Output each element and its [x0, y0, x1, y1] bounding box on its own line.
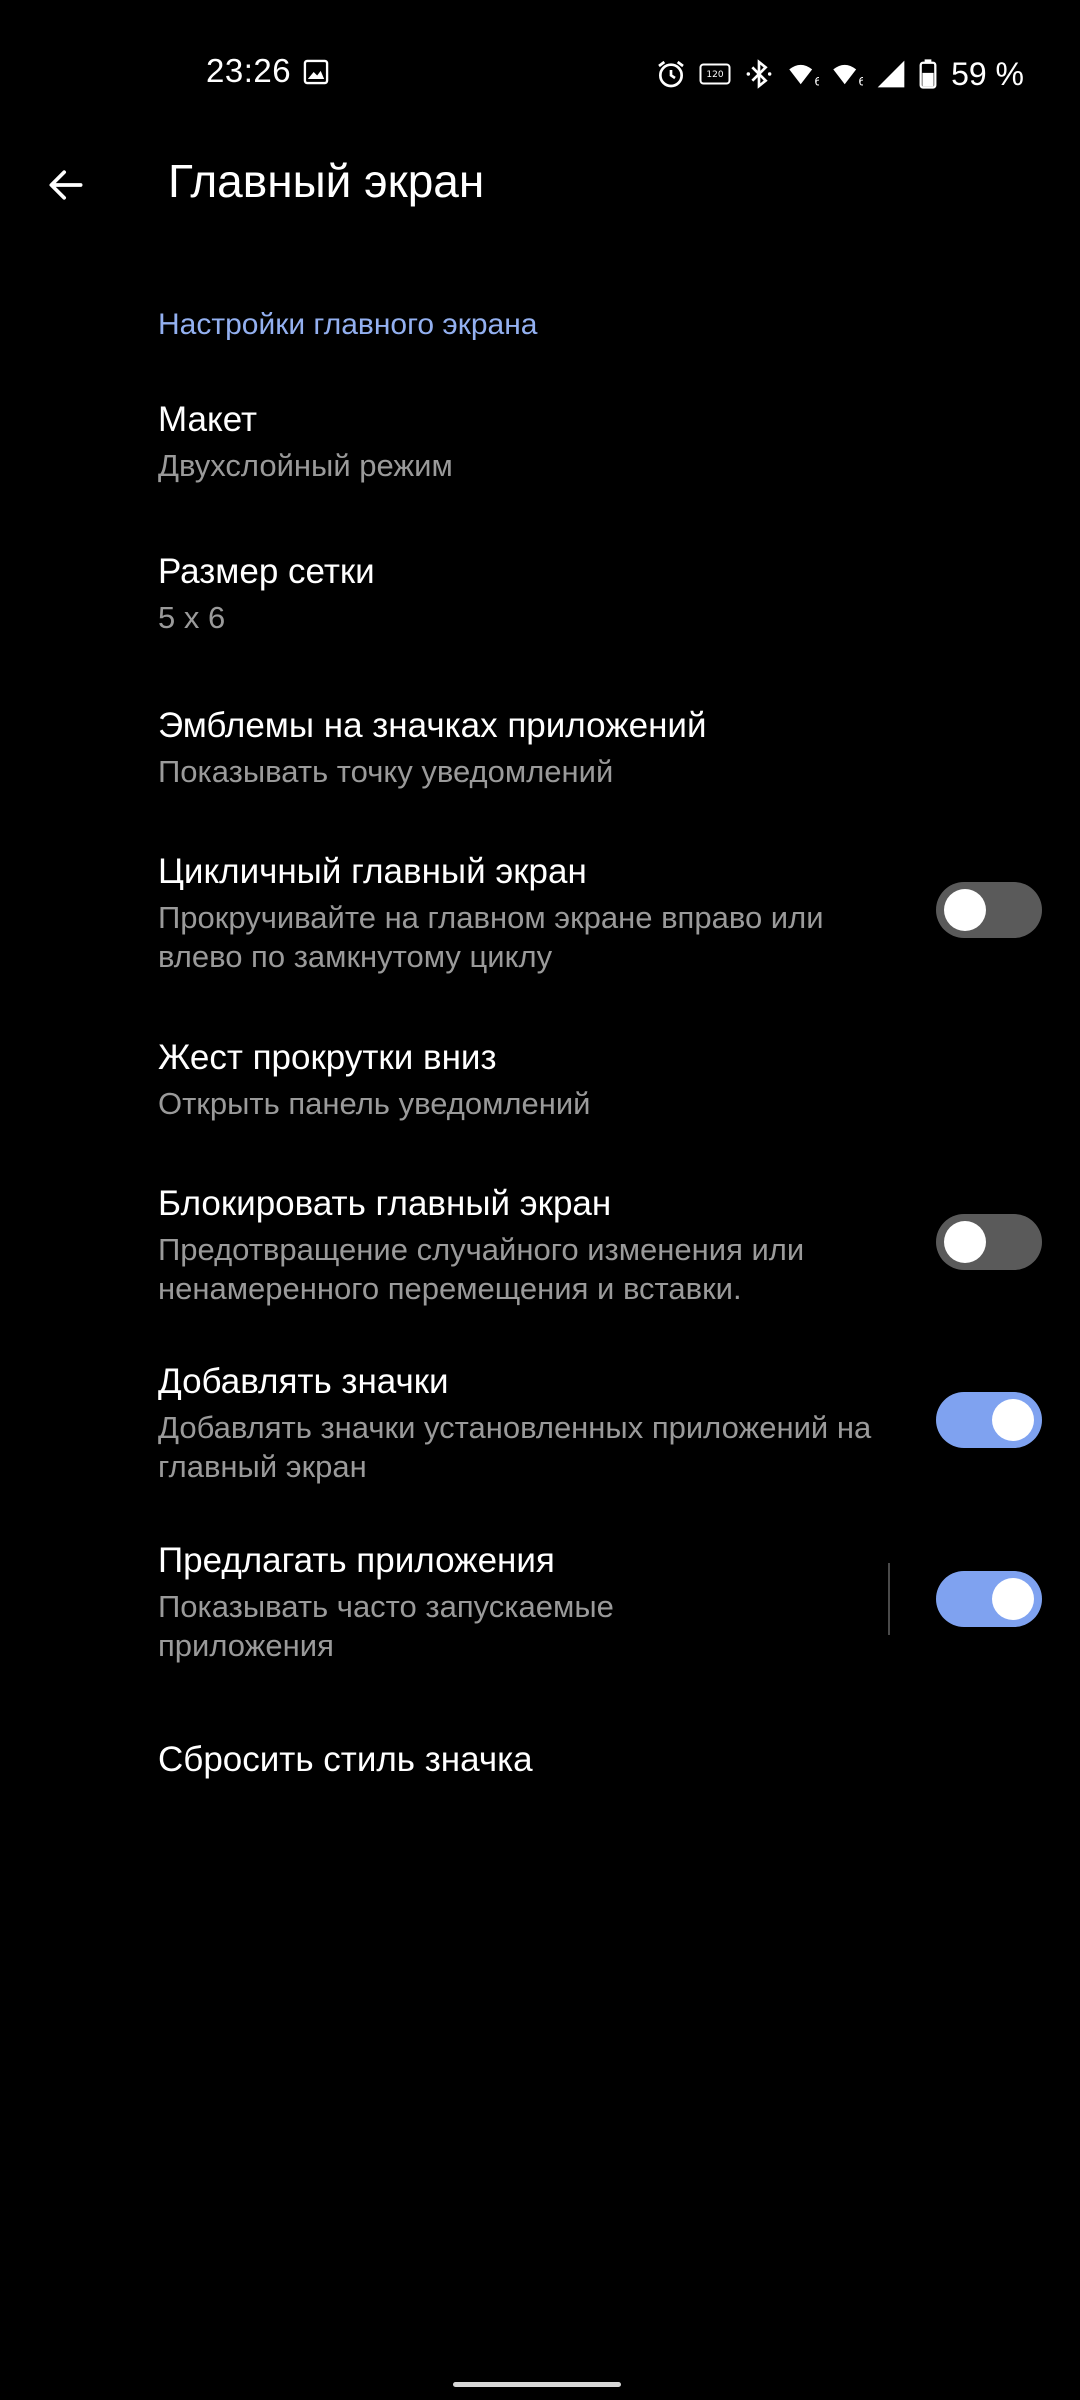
add-icons-switch[interactable]: [936, 1392, 1042, 1448]
pref-suggest-apps[interactable]: Предлагать приложения Показывать часто з…: [0, 1521, 1080, 1681]
pref-summary: Показывать часто запускаемые приложения: [158, 1589, 614, 1663]
status-bar: 23:26 120 6 6: [0, 0, 1080, 150]
pref-add-icons[interactable]: Добавлять значки Добавлять значки устано…: [0, 1342, 1080, 1502]
svg-text:6: 6: [858, 74, 863, 88]
section-header: Настройки главного экрана: [158, 308, 538, 341]
cell-signal-icon: [877, 60, 905, 88]
pref-summary: Показывать точку уведомлений: [158, 754, 614, 789]
pref-summary: Открыть панель уведомлений: [158, 1086, 591, 1121]
pref-infinite-scroll[interactable]: Цикличный главный экран Прокручивайте на…: [0, 832, 1080, 992]
pref-summary: Предотвращение случайного изменения или …: [158, 1232, 805, 1306]
pref-title: Размер сетки: [158, 552, 375, 591]
wifi-6-icon: 6: [833, 64, 863, 88]
svg-text:120: 120: [706, 70, 723, 80]
pref-summary: Прокручивайте на главном экране вправо и…: [158, 900, 824, 974]
image-icon: [303, 59, 329, 85]
svg-text:6: 6: [814, 74, 819, 88]
pref-layout[interactable]: Макет Двухслойный режим: [0, 380, 1080, 500]
pref-title: Блокировать главный экран: [158, 1184, 612, 1223]
pref-title: Цикличный главный экран: [158, 852, 587, 891]
pref-title: Предлагать приложения: [158, 1541, 555, 1580]
divider: [888, 1563, 890, 1635]
pref-summary: Добавлять значки установленных приложени…: [158, 1410, 872, 1484]
app-bar: Главный экран: [0, 140, 1080, 230]
back-button[interactable]: [30, 140, 102, 230]
pref-reset-icon-style[interactable]: Сбросить стиль значка: [0, 1720, 1080, 1820]
battery-percent: 59 %: [951, 55, 1024, 92]
alarm-icon: [658, 60, 684, 88]
status-icons: 120 6 6 59 %: [655, 52, 1024, 96]
gesture-nav-handle[interactable]: [453, 2382, 621, 2387]
suggest-apps-switch[interactable]: [936, 1571, 1042, 1627]
pref-app-icon-badges[interactable]: Эмблемы на значках приложений Показывать…: [0, 686, 1080, 806]
page-title: Главный экран: [168, 155, 485, 207]
arrow-left-icon: [49, 170, 83, 200]
pref-title: Эмблемы на значках приложений: [158, 706, 707, 745]
battery-icon: [919, 59, 937, 89]
lock-home-screen-switch[interactable]: [936, 1214, 1042, 1270]
pref-summary: 5 x 6: [158, 600, 226, 635]
pref-title: Макет: [158, 400, 258, 439]
switch-thumb: [992, 1578, 1034, 1620]
pref-title: Жест прокрутки вниз: [158, 1038, 497, 1077]
status-time: 23:26: [206, 52, 292, 89]
pref-swipe-down-gesture[interactable]: Жест прокрутки вниз Открыть панель уведо…: [0, 1018, 1080, 1138]
switch-thumb: [944, 1221, 986, 1263]
pref-title: Сбросить стиль значка: [158, 1740, 533, 1779]
pref-title: Добавлять значки: [158, 1362, 449, 1401]
wifi-6-icon: 6: [789, 64, 819, 88]
switch-thumb: [944, 889, 986, 931]
switch-thumb: [992, 1399, 1034, 1441]
pref-summary: Двухслойный режим: [158, 448, 453, 483]
refresh-rate-120hz-icon: 120: [699, 63, 731, 85]
pref-lock-home-screen[interactable]: Блокировать главный экран Предотвращение…: [0, 1164, 1080, 1324]
infinite-scroll-switch[interactable]: [936, 882, 1042, 938]
pref-grid-size[interactable]: Размер сетки 5 x 6: [0, 532, 1080, 652]
bluetooth-icon: [746, 59, 772, 89]
